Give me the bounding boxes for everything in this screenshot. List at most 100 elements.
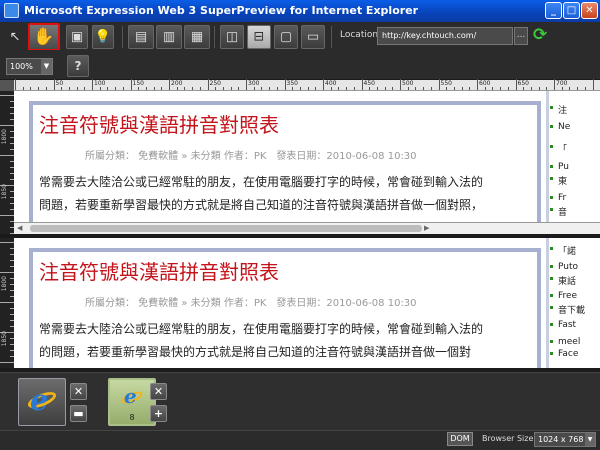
ruler-tick (284, 79, 286, 90)
dom-button[interactable]: DOM (447, 432, 473, 446)
add-browser-button[interactable]: + (150, 405, 167, 422)
scroll-left-icon[interactable]: ◀ (17, 224, 22, 232)
scroll-right-icon[interactable]: ▶ (424, 224, 429, 232)
lightbulb-icon: 💡 (94, 29, 112, 45)
browser-tile-ie-baseline[interactable]: e (18, 378, 66, 426)
horizontal-split-button[interactable]: ⊟ (247, 25, 271, 49)
ruler-tick (423, 87, 425, 90)
app-icon (4, 3, 19, 18)
ruler-tick (538, 87, 540, 90)
side-by-side-button[interactable]: ◫ (220, 25, 244, 49)
ruler-tick (430, 87, 432, 90)
ruler-tick (15, 79, 16, 90)
ruler-toggle-button[interactable]: ▤ (128, 25, 154, 49)
remove-browser-button[interactable]: ✕ (70, 383, 87, 400)
save-icon[interactable]: ▬ (70, 405, 87, 422)
preview-pane-top[interactable]: 注音符號與漢語拼音對照表 所屬分類： 免費軟體 » 未分類 作者：PK 發表日期… (14, 91, 600, 222)
ruler-tick (346, 87, 348, 90)
toolbar-divider (122, 26, 123, 48)
ruler-tick (338, 87, 340, 90)
article-meta: 所屬分類： 免費軟體 » 未分類 作者：PK 發表日期：2010-06-08 1… (85, 298, 417, 309)
ruler-tick (269, 87, 271, 90)
ruler-label: 350 (286, 80, 298, 87)
zoom-select[interactable]: 100% ▼ (6, 58, 53, 75)
horizontal-scrollbar[interactable]: ◀ ▶ (14, 222, 600, 234)
article-frame: 注音符號與漢語拼音對照表 所屬分類： 免費軟體 » 未分類 作者：PK 發表日期… (29, 248, 541, 368)
ruler-tick (0, 302, 14, 303)
grid-icon: ▦ (190, 29, 204, 45)
ruler-tick (76, 87, 78, 90)
ruler-label: 550 (440, 80, 452, 87)
sidebar-item: meel (549, 337, 580, 347)
vertical-split-icon: ◫ (225, 29, 239, 45)
refresh-icon[interactable]: ⟳ (533, 25, 553, 45)
ruler-icon: ▤ (134, 29, 148, 45)
ruler-tick (492, 87, 494, 90)
ruler-label: 150 (132, 80, 144, 87)
sidebar-item: 東 (549, 174, 567, 187)
ruler-tick (530, 87, 532, 90)
ruler-tick (53, 79, 55, 90)
ruler-label: 450 (363, 80, 375, 87)
single-view-icon: ▢ (279, 29, 293, 45)
ruler-tick (92, 79, 93, 90)
pan-tool-button[interactable]: ✋ (28, 23, 60, 51)
sidebar-item: 音 (549, 205, 567, 218)
help-button[interactable]: ? (67, 55, 89, 77)
ruler-tick (230, 87, 232, 90)
sidebar-item: Face (549, 349, 578, 359)
ruler-tick (392, 87, 394, 90)
ruler-tick (415, 87, 417, 90)
ruler-tick (0, 242, 14, 243)
sidebar-item: Ne (549, 122, 570, 132)
ruler-tick (122, 87, 124, 90)
browser-tile-ie-comparison[interactable]: e 8 (108, 378, 156, 426)
internet-explorer-icon: e (25, 383, 59, 417)
remove-browser-button[interactable]: ✕ (150, 383, 167, 400)
browser-size-label: Browser Size: (482, 434, 537, 443)
horizontal-split-icon: ⊟ (253, 29, 265, 45)
overlay-button[interactable]: ▥ (156, 25, 182, 49)
pointer-tool-button[interactable]: ↖ (4, 25, 26, 49)
close-button[interactable]: ✕ (581, 2, 598, 19)
ruler-tick (307, 87, 309, 90)
ruler-tick (68, 87, 70, 90)
browser-size-select[interactable]: 1024 x 768 ▼ (534, 432, 596, 447)
info-button[interactable]: 💡 (92, 25, 114, 49)
onion-skin-button[interactable]: ▭ (301, 25, 325, 49)
maximize-button[interactable]: □ (563, 2, 580, 19)
scrollbar-thumb[interactable] (30, 225, 422, 232)
sidebar-item: Fast (549, 320, 576, 330)
ruler-tick (484, 87, 486, 90)
article-title: 注音符號與漢語拼音對照表 (39, 113, 279, 137)
location-browse-button[interactable]: ... (514, 27, 528, 45)
ruler-tick (569, 87, 571, 90)
location-input[interactable]: http://key.chtouch.com/ (377, 27, 513, 45)
ruler-tick (192, 87, 194, 90)
ruler-tick (453, 87, 455, 90)
article-frame: 注音符號與漢語拼音對照表 所屬分類： 免費軟體 » 未分類 作者：PK 發表日期… (29, 101, 541, 222)
ruler-tick (169, 79, 170, 90)
ruler-tick (238, 87, 240, 90)
ruler-tick (253, 87, 255, 90)
ruler-tick (515, 79, 517, 90)
ruler-tick (246, 79, 247, 90)
ruler-tick (130, 79, 132, 90)
single-view-button[interactable]: ▢ (274, 25, 298, 49)
ruler-tick (84, 87, 86, 90)
title-bar: Microsoft Expression Web 3 SuperPreview … (0, 0, 600, 22)
ruler-tick (323, 79, 324, 90)
ruler-tick (584, 87, 586, 90)
grid-toggle-button[interactable]: ▦ (184, 25, 210, 49)
internet-explorer-icon: e (120, 384, 144, 408)
ruler-tick (199, 87, 201, 90)
left-ruler-bottom: 1800 1850 (0, 238, 14, 368)
browser-size-value: 1024 x 768 (538, 435, 584, 444)
article-body-line: 常需要去大陸洽公或已經常駐的朋友，在使用電腦要打字的時候，常會碰到輸入法的 (39, 322, 484, 336)
ruler-tick (438, 79, 440, 90)
select-element-button[interactable]: ▣ (66, 25, 88, 49)
ruler-tick (0, 95, 14, 96)
minimize-button[interactable]: _ (545, 2, 562, 19)
preview-pane-bottom[interactable]: 注音符號與漢語拼音對照表 所屬分類： 免費軟體 » 未分類 作者：PK 發表日期… (14, 238, 600, 368)
ruler-label: 300 (248, 80, 260, 87)
